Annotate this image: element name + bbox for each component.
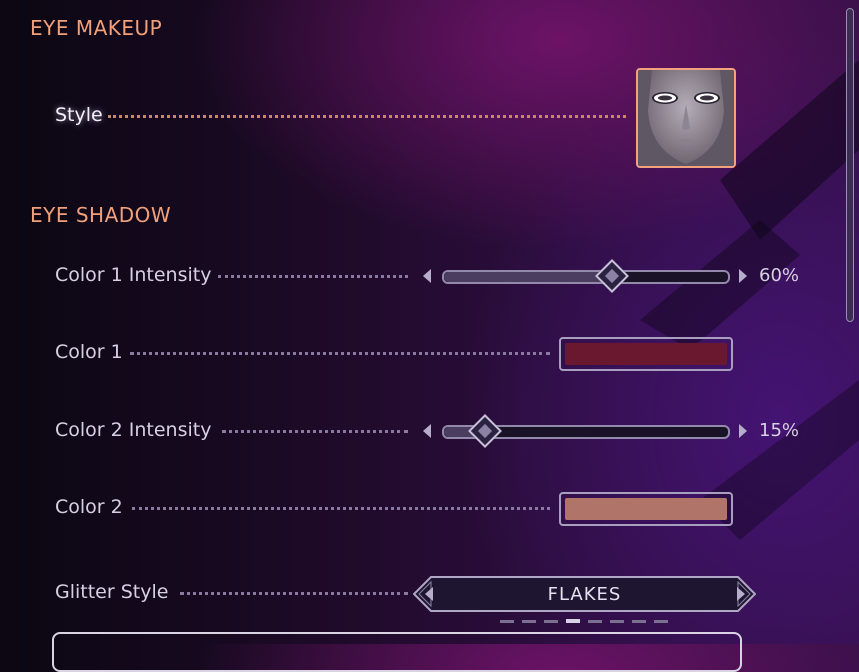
arrow-left-icon[interactable]	[423, 424, 431, 438]
color2-intensity-leader-dots	[222, 430, 408, 433]
section-title-eye-makeup: EYE MAKEUP	[30, 16, 163, 40]
pager-dash	[544, 620, 558, 623]
color1-leader-dots	[130, 352, 550, 355]
slider-knob[interactable]	[595, 259, 630, 293]
pager-dash	[522, 620, 536, 623]
face-mask-icon	[638, 70, 734, 166]
color2-leader-dots	[132, 507, 550, 510]
section-title-eye-shadow: EYE SHADOW	[30, 203, 172, 227]
glitter-style-value: FLAKES	[547, 584, 622, 605]
slider-fill	[444, 272, 615, 282]
slider-knob[interactable]	[467, 414, 502, 448]
style-label[interactable]: Style	[55, 104, 103, 126]
color1-intensity-label: Color 1 Intensity	[55, 264, 212, 286]
pager-dash	[610, 620, 624, 623]
pager-dash	[566, 619, 580, 623]
arrow-left-icon[interactable]	[423, 269, 431, 283]
next-panel-edge	[52, 632, 742, 672]
style-thumbnail[interactable]	[636, 68, 736, 168]
pager-dash	[654, 620, 668, 623]
pager-dash	[632, 620, 646, 623]
color1-swatch-fill	[565, 343, 727, 365]
arrow-right-icon[interactable]	[739, 424, 747, 438]
color1-intensity-slider[interactable]	[442, 270, 730, 284]
glitter-style-label: Glitter Style	[55, 581, 169, 603]
glitter-style-selector[interactable]: FLAKES	[413, 576, 756, 612]
color2-intensity-label: Color 2 Intensity	[55, 419, 212, 441]
color1-label: Color 1	[55, 341, 123, 363]
style-leader-dots	[108, 115, 626, 118]
pager-dash	[500, 620, 514, 623]
color2-intensity-value: 15%	[759, 420, 800, 441]
color1-intensity-leader-dots	[218, 275, 408, 278]
arrow-right-icon[interactable]	[739, 269, 747, 283]
pager-dash	[588, 620, 602, 623]
color2-swatch-fill	[565, 498, 727, 520]
scrollbar-thumb[interactable]	[846, 8, 854, 322]
color2-label: Color 2	[55, 496, 123, 518]
color2-swatch[interactable]	[559, 492, 733, 526]
color1-intensity-value: 60%	[759, 265, 800, 286]
glitter-style-leader-dots	[180, 592, 408, 595]
color1-swatch[interactable]	[559, 337, 733, 371]
